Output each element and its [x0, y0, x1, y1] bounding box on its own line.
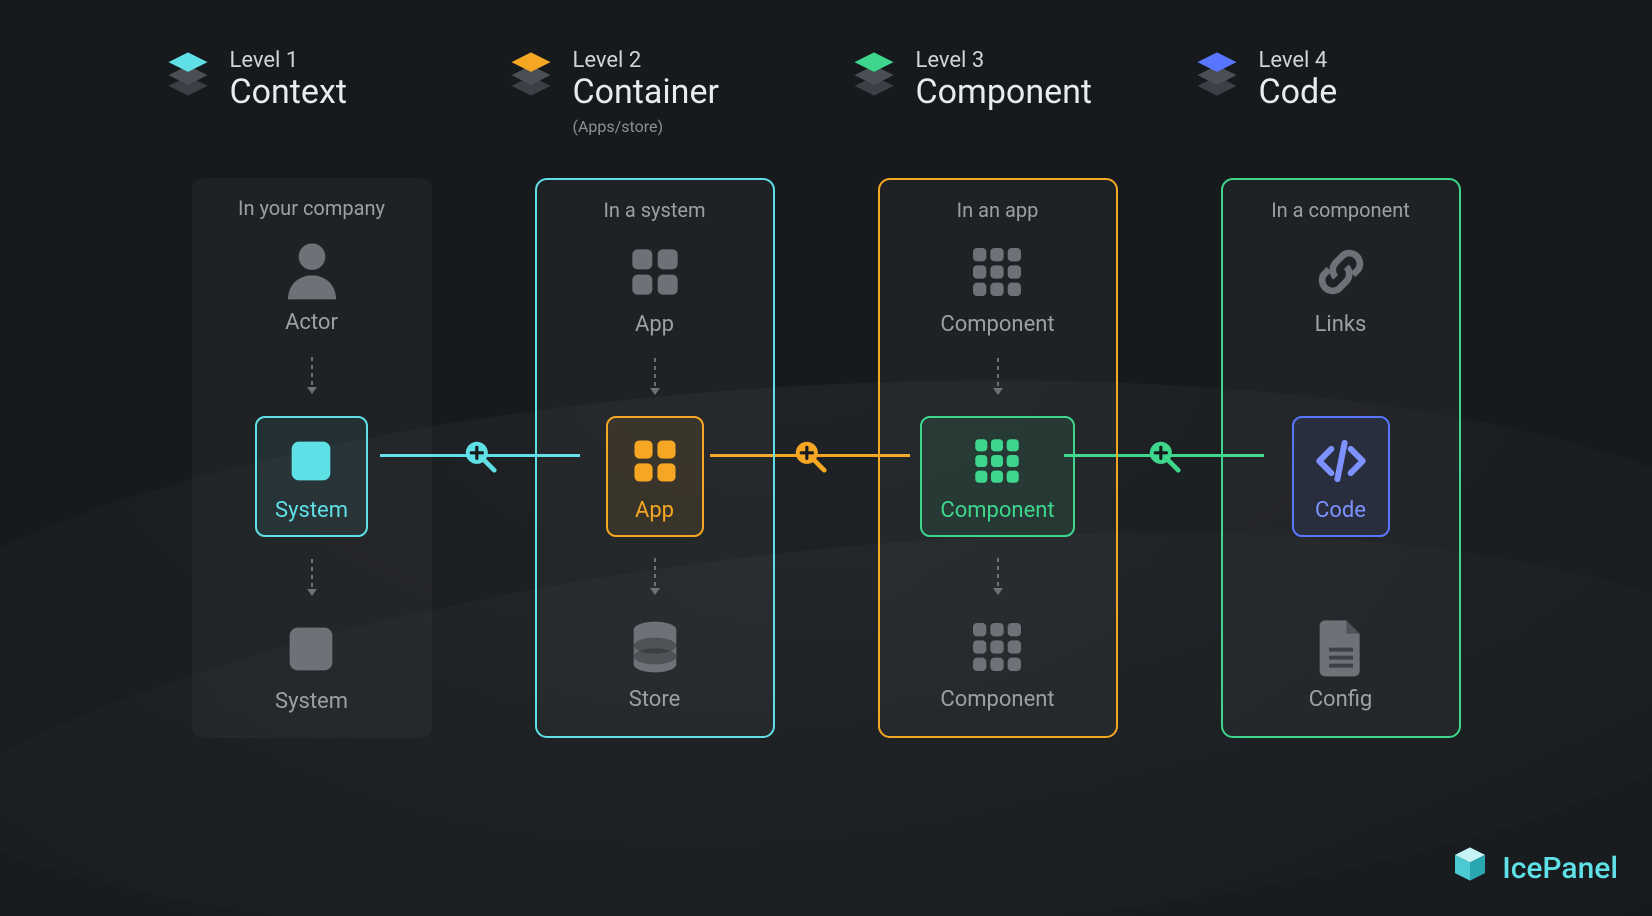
level-3-header: Level 3 Component: [848, 48, 1148, 137]
app-focus-item: App: [606, 416, 704, 537]
component-item: Component: [940, 615, 1054, 712]
app-label: App: [635, 312, 674, 337]
actor-item: Actor: [280, 238, 344, 335]
arrow-down-icon: [311, 559, 313, 595]
component-grid-icon: [965, 240, 1029, 304]
app-grid-icon: [623, 240, 687, 304]
links-label: Links: [1315, 312, 1367, 337]
link-icon: [1309, 240, 1373, 304]
store-label: Store: [629, 687, 681, 712]
component-focus-label: Component: [940, 498, 1054, 523]
square-icon: [282, 432, 340, 490]
level-2-header: Level 2 Container (Apps/store): [505, 48, 805, 137]
app-focus-label: App: [635, 498, 674, 523]
layers-icon: [162, 48, 214, 100]
layers-icon: [1191, 48, 1243, 100]
zoom-in-icon: [1145, 437, 1183, 475]
cube-icon: [1450, 844, 1490, 892]
brand-name: IcePanel: [1502, 851, 1618, 886]
column-component-title: In an app: [957, 198, 1039, 222]
config-label: Config: [1309, 687, 1373, 712]
arrow-down-icon: [654, 358, 656, 394]
file-icon: [1309, 615, 1373, 679]
links-item: Links: [1309, 240, 1373, 337]
level-3-name: Component: [916, 73, 1093, 112]
component-grid-icon: [968, 432, 1026, 490]
brand-logo: IcePanel: [1450, 844, 1618, 892]
level-4-label: Level 4: [1259, 48, 1338, 73]
column-container-title: In a system: [603, 198, 705, 222]
app-item: App: [623, 240, 687, 337]
level-1-header: Level 1 Context: [162, 48, 462, 137]
system-item: System: [275, 617, 348, 714]
level-2-sub: (Apps/store): [573, 118, 720, 136]
component-label: Component: [940, 687, 1054, 712]
component-item: Component: [940, 240, 1054, 337]
level-4-header: Level 4 Code: [1191, 48, 1491, 137]
column-code-title: In a component: [1271, 198, 1410, 222]
arrow-down-icon: [654, 558, 656, 594]
level-2-name: Container: [573, 73, 720, 112]
square-icon: [279, 617, 343, 681]
code-focus-item: Code: [1292, 416, 1390, 537]
component-grid-icon: [965, 615, 1029, 679]
column-context: In your company Actor System System: [192, 178, 432, 738]
column-code: In a component Links Code Config: [1221, 178, 1461, 738]
system-focus-item: System: [255, 416, 368, 537]
actor-label: Actor: [285, 310, 338, 335]
code-icon: [1312, 432, 1370, 490]
component-label: Component: [940, 312, 1054, 337]
zoom-in-icon: [461, 437, 499, 475]
column-component: In an app Component Component Component: [878, 178, 1118, 738]
level-1-name: Context: [230, 73, 347, 112]
app-grid-icon: [626, 432, 684, 490]
layers-icon: [505, 48, 557, 100]
arrow-down-icon: [311, 357, 313, 393]
column-context-title: In your company: [238, 196, 385, 220]
arrow-down-icon: [997, 558, 999, 594]
database-icon: [623, 615, 687, 679]
level-2-label: Level 2: [573, 48, 720, 73]
column-container: In a system App App Store: [535, 178, 775, 738]
system-focus-label: System: [275, 498, 348, 523]
level-3-label: Level 3: [916, 48, 1093, 73]
arrow-down-icon: [997, 358, 999, 394]
layers-icon: [848, 48, 900, 100]
component-focus-item: Component: [920, 416, 1074, 537]
level-1-label: Level 1: [230, 48, 347, 73]
system-label: System: [275, 689, 348, 714]
person-icon: [280, 238, 344, 302]
store-item: Store: [623, 615, 687, 712]
code-focus-label: Code: [1315, 498, 1366, 523]
config-item: Config: [1309, 615, 1373, 712]
zoom-in-icon: [791, 437, 829, 475]
level-4-name: Code: [1259, 73, 1338, 112]
level-headers: Level 1 Context Level 2 Container (Apps/…: [0, 48, 1652, 137]
